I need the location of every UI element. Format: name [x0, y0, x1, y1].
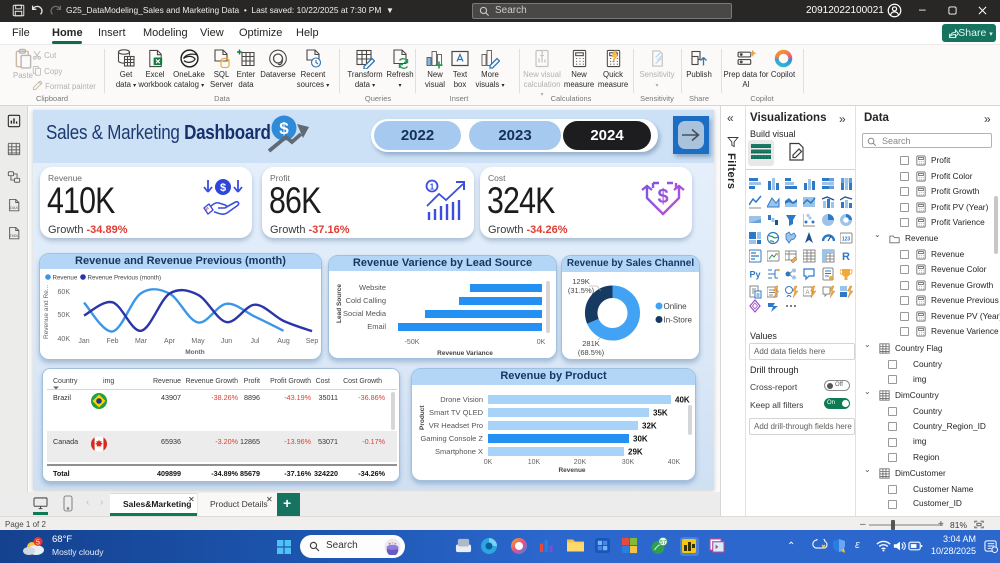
svg-text:Jul: Jul	[251, 338, 260, 345]
svg-text:53071: 53071	[318, 437, 338, 446]
svg-text:In-Store: In-Store	[664, 316, 693, 325]
svg-text:-3.20%: -3.20%	[215, 437, 238, 446]
svg-text:20K: 20K	[574, 459, 587, 466]
svg-text:65936: 65936	[161, 437, 181, 446]
svg-text:Cost: Cost	[316, 378, 330, 385]
svg-text:Revenue Previous (month): Revenue Previous (month)	[88, 275, 162, 282]
svg-text:85679: 85679	[240, 469, 260, 478]
svg-text:324220: 324220	[314, 469, 338, 478]
svg-text:Brazil: Brazil	[53, 393, 71, 402]
svg-text:Online: Online	[664, 302, 688, 311]
svg-text:Month: Month	[185, 349, 205, 356]
svg-text:Smart TV QLED: Smart TV QLED	[429, 408, 484, 417]
svg-text:Profit Growth: Profit Growth	[270, 378, 311, 385]
svg-text:May: May	[191, 338, 205, 345]
svg-text:Feb: Feb	[106, 338, 118, 345]
svg-text:Cost Growth: Cost Growth	[343, 378, 382, 385]
svg-text:-38.26%: -38.26%	[211, 393, 238, 402]
svg-text:10K: 10K	[528, 459, 541, 466]
svg-text:30K: 30K	[622, 459, 635, 466]
svg-text:Mar: Mar	[135, 338, 148, 345]
svg-text:-13.96%: -13.96%	[284, 437, 311, 446]
svg-text:A: A	[806, 290, 810, 296]
svg-text:40K: 40K	[668, 459, 681, 466]
svg-text:R: R	[842, 251, 850, 263]
svg-text:Drone Vision: Drone Vision	[440, 395, 483, 404]
svg-text:43907: 43907	[161, 393, 181, 402]
svg-text:123: 123	[841, 236, 850, 242]
svg-text:Product: Product	[419, 405, 426, 430]
svg-text:Revenue: Revenue	[153, 378, 181, 385]
svg-text:5: 5	[36, 540, 40, 547]
svg-text:281K: 281K	[582, 339, 600, 348]
svg-text:1: 1	[430, 183, 435, 192]
svg-text:$: $	[657, 186, 668, 208]
svg-text:Py: Py	[749, 270, 760, 280]
svg-text:Email: Email	[367, 322, 386, 331]
svg-text:Revenue and Re...: Revenue and Re...	[43, 285, 50, 339]
svg-text:Revenue Growth: Revenue Growth	[185, 378, 238, 385]
svg-text:35K: 35K	[653, 409, 668, 418]
svg-text:Lead Source: Lead Source	[336, 284, 343, 323]
svg-text:Cold Calling: Cold Calling	[346, 296, 386, 305]
svg-text:Total: Total	[53, 469, 70, 478]
svg-text:0K: 0K	[484, 459, 493, 466]
svg-text:DAX: DAX	[10, 205, 18, 210]
svg-text:TMDL: TMDL	[9, 234, 19, 238]
svg-text:60K: 60K	[58, 289, 71, 296]
svg-text:(31.5%): (31.5%)	[568, 286, 595, 295]
svg-text:img: img	[103, 378, 114, 385]
svg-text:$: $	[279, 119, 289, 138]
svg-text:-34.26%: -34.26%	[358, 469, 385, 478]
svg-text:50K: 50K	[58, 312, 71, 319]
svg-text:-34.89%: -34.89%	[211, 469, 238, 478]
svg-text:VR Headset Pro: VR Headset Pro	[429, 421, 483, 430]
svg-text:Jan: Jan	[78, 338, 89, 345]
svg-text:Apr: Apr	[164, 338, 176, 345]
svg-text:129K: 129K	[572, 277, 590, 286]
svg-text:-36.86%: -36.86%	[358, 393, 385, 402]
svg-text:Website: Website	[359, 283, 386, 292]
svg-text:Revenue: Revenue	[558, 467, 585, 474]
svg-text:Revenue: Revenue	[53, 275, 78, 282]
svg-text:29K: 29K	[628, 448, 643, 457]
svg-text:Sep: Sep	[306, 338, 319, 345]
svg-text:409899: 409899	[157, 469, 181, 478]
svg-text:-0.17%: -0.17%	[362, 437, 385, 446]
svg-text:40K: 40K	[58, 336, 71, 343]
svg-text:-50K: -50K	[405, 339, 420, 346]
svg-text:0K: 0K	[537, 339, 546, 346]
svg-text:57: 57	[660, 540, 666, 546]
svg-text:Aug: Aug	[277, 338, 290, 345]
svg-text:Canada: Canada	[53, 437, 78, 446]
svg-text:(68.5%): (68.5%)	[578, 348, 605, 357]
svg-text:35011: 35011	[319, 393, 338, 402]
svg-text:$: $	[220, 182, 226, 194]
svg-text:Jun: Jun	[221, 338, 232, 345]
svg-text:Social Media: Social Media	[343, 309, 387, 318]
svg-text:Country: Country	[53, 378, 78, 385]
svg-text:40K: 40K	[675, 396, 690, 405]
svg-text:Revenue Variance: Revenue Variance	[437, 350, 493, 357]
svg-text:-37.16%: -37.16%	[284, 469, 311, 478]
svg-text:Profit: Profit	[244, 378, 260, 385]
svg-text:Smartphone X: Smartphone X	[435, 447, 483, 456]
svg-text:12865: 12865	[240, 437, 260, 446]
svg-text:8896: 8896	[244, 393, 260, 402]
svg-text:-43.19%: -43.19%	[284, 393, 311, 402]
svg-text:30K: 30K	[633, 435, 648, 444]
svg-text:Gaming Console Z: Gaming Console Z	[420, 434, 483, 443]
svg-text:32K: 32K	[642, 422, 657, 431]
